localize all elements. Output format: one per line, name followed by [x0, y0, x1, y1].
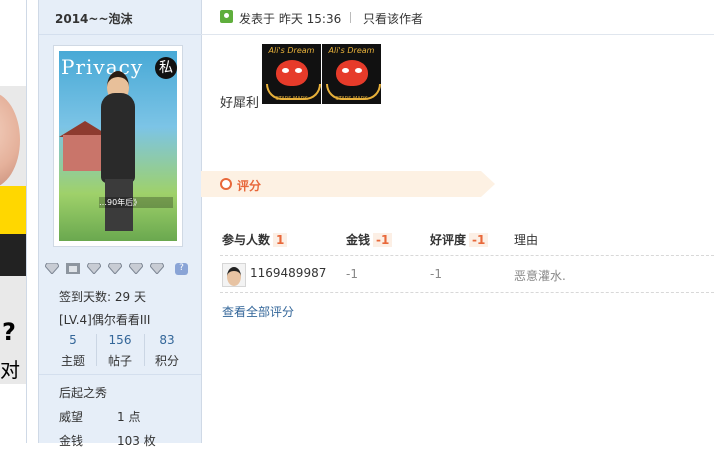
- header-rating: 好评度 -1: [430, 231, 489, 248]
- stat-posts-count[interactable]: 156: [96, 333, 144, 347]
- avatar-image: Privacy 私 …90年后》: [59, 51, 177, 241]
- money-label: 金钱: [59, 434, 84, 448]
- divider: [201, 34, 714, 35]
- view-all-ratings-link[interactable]: 查看全部评分: [222, 303, 294, 320]
- divider: [39, 374, 201, 375]
- header-reason: 理由: [514, 233, 539, 247]
- sticker-eye: [342, 68, 349, 73]
- rating-title: 评分: [237, 179, 262, 193]
- online-status-icon: [220, 10, 233, 23]
- user-level[interactable]: [LV.4]偶尔看看III: [59, 311, 150, 328]
- diamond-icon[interactable]: [87, 263, 101, 274]
- avatar-figure-body: [101, 93, 135, 183]
- sticker-fox-face: [336, 60, 368, 86]
- ad-banner[interactable]: ? 对 ✿: [0, 86, 26, 384]
- diamond-icon[interactable]: [150, 263, 164, 274]
- money-value: 103 枚: [117, 434, 156, 448]
- sticker-top-text: Ali's Dream: [268, 46, 315, 55]
- avatar-caption: …90年后》: [99, 197, 173, 208]
- prestige-value: 1 点: [117, 410, 141, 424]
- post-body-text: 好犀利: [220, 96, 260, 111]
- sticker-bottom-text: STARS MARK: [275, 96, 308, 102]
- ad-question-text: ?: [2, 318, 16, 346]
- ad-yellow-block: [0, 186, 26, 234]
- circle-icon: [220, 178, 232, 190]
- sticker-eye: [282, 68, 289, 73]
- diamond-icon[interactable]: [45, 263, 59, 274]
- divider: [220, 292, 714, 293]
- avatar-magazine-title: Privacy: [61, 55, 144, 79]
- prestige-label: 威望: [59, 410, 84, 424]
- header-participants: 参与人数 1: [222, 231, 288, 248]
- question-icon[interactable]: ?: [175, 263, 188, 275]
- sticker-bottom-text: STARS MARK: [335, 96, 368, 102]
- only-author-link[interactable]: 只看该作者: [363, 10, 423, 27]
- header-money: 金钱 -1: [346, 231, 393, 248]
- avatar-seal: 私: [155, 57, 177, 79]
- participants-count-badge: 1: [273, 233, 288, 247]
- money-total-badge: -1: [373, 233, 393, 247]
- header-money-label: 金钱: [346, 233, 371, 247]
- rater-username[interactable]: 1169489987: [250, 266, 326, 280]
- ad-text: 对: [0, 358, 20, 382]
- diamond-icon[interactable]: [66, 263, 80, 274]
- stat-topics-label: 主题: [60, 354, 85, 368]
- diamond-icon[interactable]: [108, 263, 122, 274]
- stat-posts[interactable]: 156 帖子: [96, 333, 144, 369]
- header-participants-label: 参与人数: [222, 233, 271, 247]
- emoticon-sticker: Ali's Dream STARS MARK: [262, 44, 321, 104]
- left-ad-strip: ? 对 ✿: [0, 0, 27, 443]
- author-avatar[interactable]: Privacy 私 …90年后》: [53, 45, 183, 247]
- sticker-eye: [355, 68, 362, 73]
- stat-points-count[interactable]: 83: [143, 333, 191, 347]
- rater-reason: 恶意灌水.: [514, 269, 566, 283]
- author-sidebar: 2014~~泡沫 Privacy 私 …90年后》 ? 签到天数: 29 天 […: [38, 0, 202, 448]
- emoticon-sticker: Ali's Dream STARS MARK: [322, 44, 381, 104]
- sticker-fox-face: [276, 60, 308, 86]
- rater-rating: -1: [430, 267, 442, 281]
- rater-money: -1: [346, 267, 358, 281]
- sticker-eye: [295, 68, 302, 73]
- sticker-top-text: Ali's Dream: [328, 46, 375, 55]
- ad-dark-block: [0, 234, 26, 276]
- rater-avatar[interactable]: [222, 263, 246, 287]
- author-username[interactable]: 2014~~泡沫: [55, 10, 133, 27]
- divider: [39, 34, 201, 35]
- rating-total-badge: -1: [469, 233, 489, 247]
- post-timestamp: 发表于 昨天 15:36: [239, 12, 342, 26]
- user-group-title: 后起之秀: [59, 386, 108, 400]
- ad-face-image: [0, 92, 20, 188]
- checkin-days: 签到天数: 29 天: [59, 290, 146, 304]
- divider: [350, 12, 351, 23]
- rater-avatar-face: [227, 267, 241, 286]
- stat-points[interactable]: 83 积分: [143, 333, 191, 369]
- stat-points-label: 积分: [154, 354, 179, 368]
- divider: [220, 255, 714, 256]
- stat-posts-label: 帖子: [107, 354, 132, 368]
- rating-section-header: 评分: [201, 171, 495, 197]
- rating-banner-arrow: [481, 171, 495, 197]
- stat-topics[interactable]: 5 主题: [49, 333, 97, 369]
- stat-topics-count[interactable]: 5: [49, 333, 97, 347]
- medal-row: ?: [45, 263, 195, 277]
- diamond-icon[interactable]: [129, 263, 143, 274]
- header-rating-label: 好评度: [430, 233, 467, 247]
